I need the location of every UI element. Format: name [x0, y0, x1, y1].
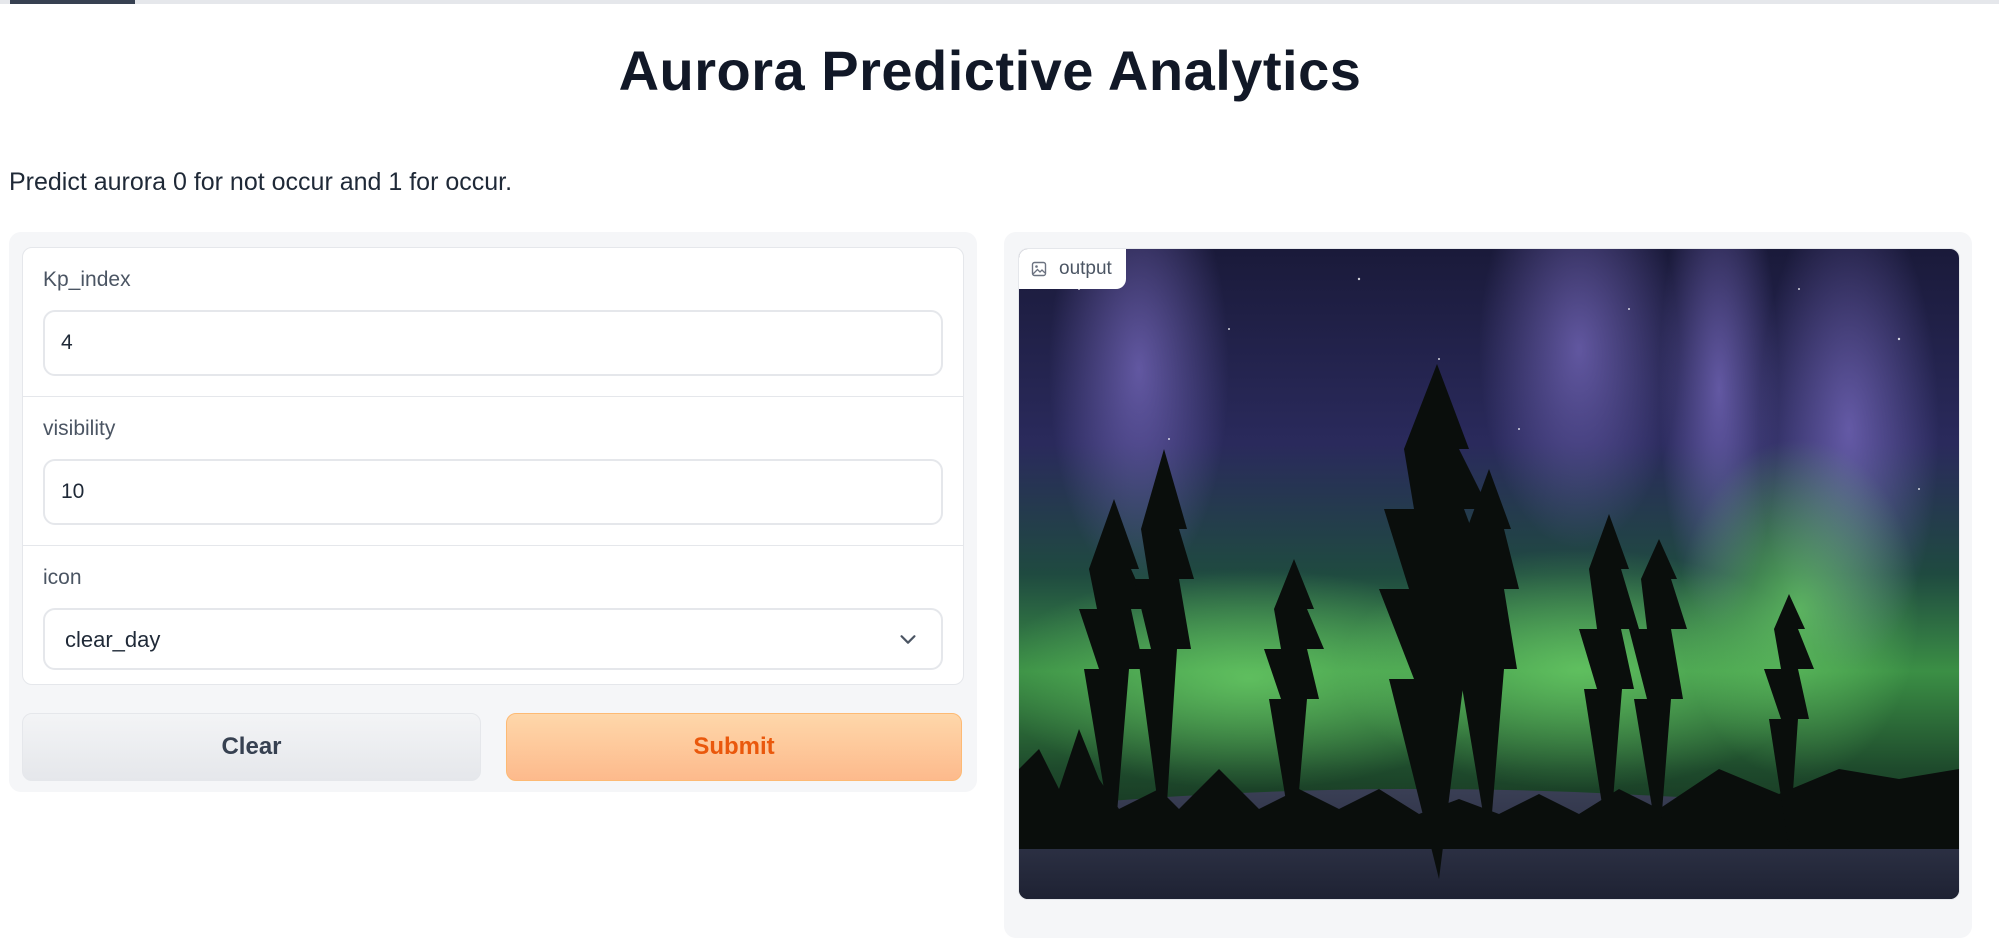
page-title: Aurora Predictive Analytics [618, 39, 1362, 102]
page-description: Predict aurora 0 for not occur and 1 for… [9, 168, 513, 196]
icon-label: icon [43, 566, 82, 589]
top-border [0, 0, 1999, 4]
output-label-text: output [1059, 258, 1112, 279]
icon-dropdown[interactable]: clear_day [43, 608, 943, 670]
active-tab-indicator [10, 0, 135, 4]
output-panel: output [1004, 232, 1972, 938]
kp-index-field: Kp_index [23, 248, 963, 397]
input-panel: Kp_index visibility icon clear_day Clear… [9, 232, 977, 792]
chevron-down-icon [900, 635, 916, 644]
aurora-forest-image [1019, 249, 1959, 899]
icon-dropdown-value: clear_day [65, 627, 161, 652]
visibility-field: visibility [23, 397, 963, 546]
submit-button[interactable]: Submit [506, 713, 962, 781]
visibility-label: visibility [43, 417, 116, 440]
kp-index-label: Kp_index [43, 268, 131, 291]
output-label-badge: output [1019, 249, 1126, 289]
icon-field: icon clear_day [23, 546, 963, 684]
clear-button[interactable]: Clear [22, 713, 481, 781]
image-icon [1031, 261, 1047, 277]
output-image: output [1018, 248, 1960, 900]
kp-index-input[interactable] [43, 310, 943, 376]
input-form: Kp_index visibility icon clear_day [22, 247, 964, 685]
visibility-input[interactable] [43, 459, 943, 525]
